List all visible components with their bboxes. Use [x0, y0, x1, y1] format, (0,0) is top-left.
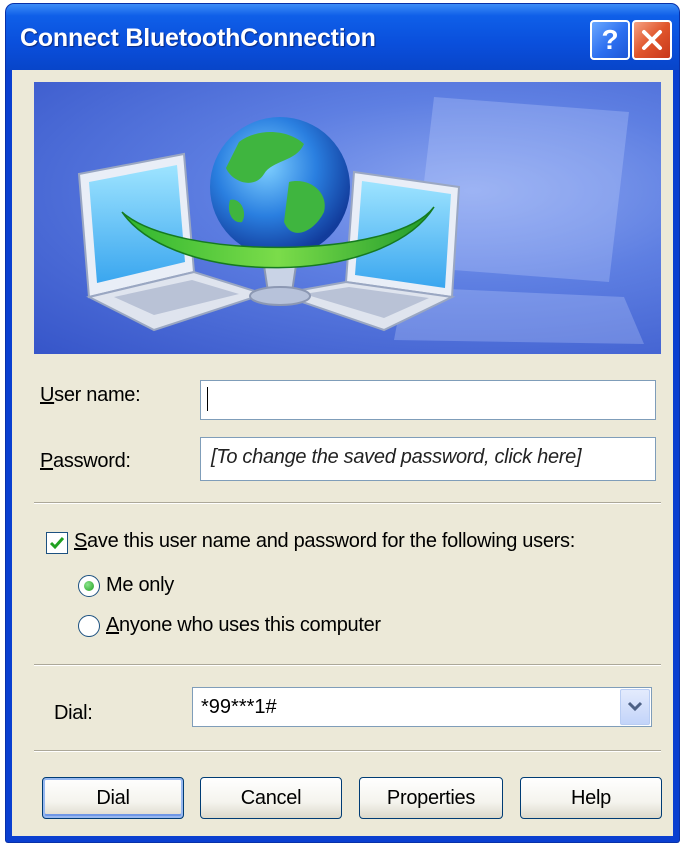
password-input[interactable]: [To change the saved password, click her… — [200, 437, 656, 481]
text-caret — [207, 387, 208, 411]
close-icon — [642, 30, 662, 50]
radio-selected-dot — [84, 581, 94, 591]
password-label-text: assword: — [53, 450, 131, 472]
cancel-button[interactable]: Cancel — [200, 777, 342, 819]
dial-button-label: Dial — [96, 787, 130, 809]
dial-number-value: *99***1# — [201, 696, 277, 718]
save-credentials-checkbox[interactable] — [46, 532, 68, 554]
window-title: Connect BluetoothConnection — [20, 24, 376, 52]
dial-button[interactable]: Dial — [42, 777, 184, 819]
divider — [34, 664, 661, 666]
dial-number-combobox[interactable]: *99***1# — [192, 687, 652, 727]
radio-anyone[interactable] — [78, 615, 100, 637]
dialog-body: User name: Password: [To change the save… — [12, 70, 673, 836]
username-input[interactable] — [200, 380, 656, 420]
radio-anyone-label-text: nyone who uses this computer — [119, 614, 381, 636]
password-label: Password: — [40, 450, 131, 472]
checkmark-icon — [49, 537, 65, 550]
radio-anyone-label[interactable]: Anyone who uses this computer — [106, 614, 381, 637]
network-banner-image — [34, 82, 661, 354]
radio-me-only-label[interactable]: Me only — [106, 574, 174, 597]
save-credentials-label-text: ave this user name and password for the … — [87, 530, 575, 552]
chevron-down-icon — [627, 701, 643, 712]
password-placeholder: [To change the saved password, click her… — [211, 446, 582, 468]
divider — [34, 750, 661, 752]
help-button[interactable]: Help — [520, 777, 662, 819]
username-label-text: ser name: — [54, 384, 141, 406]
properties-button[interactable]: Properties — [359, 777, 503, 819]
dialog-window: Connect BluetoothConnection ? User name:… — [6, 4, 679, 842]
divider — [34, 502, 661, 504]
close-button[interactable] — [632, 20, 672, 60]
radio-me-only[interactable] — [78, 575, 100, 597]
help-icon: ? — [601, 24, 619, 55]
dial-label: Dial: — [54, 702, 93, 724]
username-label: User name: — [40, 384, 141, 406]
help-title-button[interactable]: ? — [590, 20, 630, 60]
network-illustration — [77, 97, 644, 344]
dropdown-button[interactable] — [620, 689, 650, 725]
title-bar[interactable]: Connect BluetoothConnection ? — [6, 4, 679, 70]
save-credentials-label[interactable]: Save this user name and password for the… — [74, 530, 575, 553]
